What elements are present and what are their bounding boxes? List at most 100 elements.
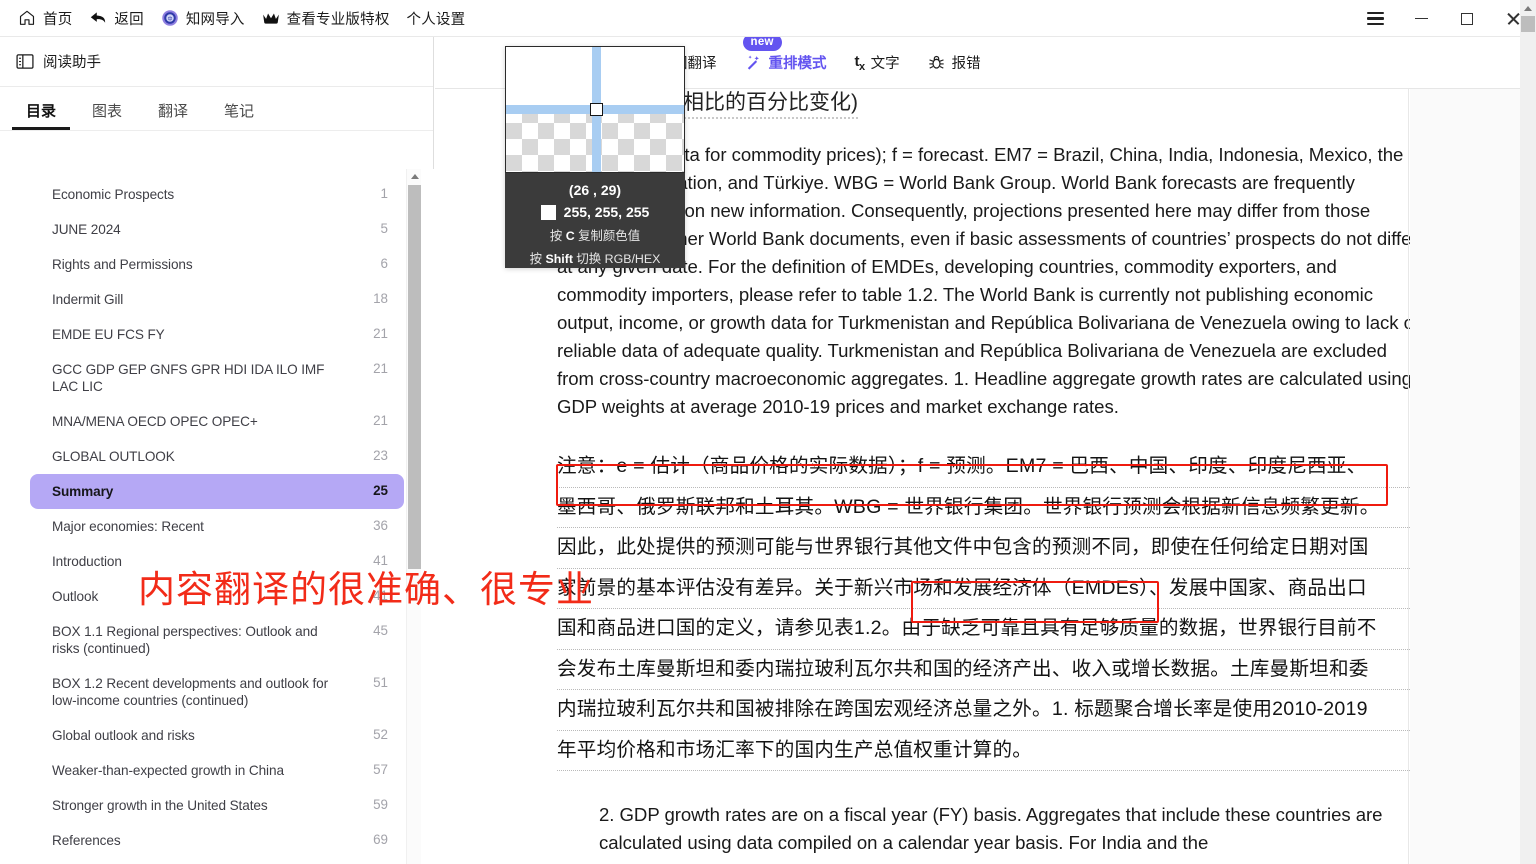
toc-item-title: Stronger growth in the United States [52, 798, 268, 813]
toc-item-page: 59 [373, 797, 388, 812]
toc-item-page: 51 [373, 675, 388, 690]
toc-item-title: MNA/MENA OECD OPEC OPEC+ [52, 414, 258, 429]
panel-layout-icon [16, 53, 34, 71]
nav-back-label: 返回 [114, 11, 144, 28]
toc-item-page: 52 [373, 727, 388, 742]
picker-toggle-tip-prefix: 按 [529, 252, 546, 266]
report-error-label: 报错 [951, 56, 981, 72]
text-mode-button[interactable]: tx 文字 [841, 47, 914, 78]
tab-translation[interactable]: 翻译 [140, 100, 206, 130]
window-scrollbar[interactable] [1520, 0, 1536, 864]
tab-figures[interactable]: 图表 [74, 100, 140, 130]
toc-item[interactable]: BOX 1.2 Recent developments and outlook … [30, 666, 404, 718]
translation-line: 内瑞拉玻利瓦尔共和国被排除在跨国宏观经济总量之外。1. 标题聚合增长率是使用20… [557, 690, 1420, 731]
toc-item-title: EMDE EU FCS FY [52, 327, 165, 342]
picker-copy-tip: 按 C 复制颜色值 [505, 227, 685, 246]
toc-item-page: 6 [380, 256, 388, 271]
nav-pro-privileges-button[interactable]: 查看专业版特权 [258, 4, 403, 33]
toc-item[interactable]: GLOBAL OUTLOOK 23 [30, 439, 404, 474]
menu-button[interactable] [1352, 0, 1398, 37]
close-icon [1506, 12, 1520, 26]
window-scroll-up-arrow-icon[interactable] [1520, 0, 1536, 16]
toc-item[interactable]: GCC GDP GEP GNFS GPR HDI IDA ILO IMF LAC… [30, 352, 404, 404]
nav-cnki-import-button[interactable]: 中 知网导入 [157, 4, 258, 33]
toc-item-page: 21 [373, 413, 388, 428]
color-picker-overlay[interactable]: (26 , 29) 255, 255, 255 按 C 复制颜色值 按 Shif… [505, 46, 685, 268]
toc-item-summary-selected[interactable]: Summary 25 [30, 474, 404, 509]
bug-icon [928, 54, 946, 72]
toc-item-title: JUNE 2024 [52, 222, 121, 237]
toc-item-title: Indermit Gill [52, 292, 124, 307]
toc-item[interactable]: REGIONAL OUTLOOKS73 [30, 858, 404, 864]
toc-item[interactable]: References 69 [30, 823, 404, 858]
title-bar-nav: 首页 返回 中 知网导入 查看专业版特权 个人设置 [0, 4, 478, 33]
minimize-icon [1414, 17, 1428, 20]
text-mode-label: 文字 [870, 56, 900, 72]
picker-toggle-tip: 按 Shift 切换 RGB/HEX [505, 250, 685, 269]
scroll-up-arrow-icon[interactable] [407, 169, 422, 184]
sidebar-tabs: 目录 图表 翻译 笔记 [0, 87, 433, 131]
tab-catalog[interactable]: 目录 [8, 100, 74, 130]
picker-color-swatch [540, 204, 556, 220]
nav-back-button[interactable]: 返回 [85, 4, 156, 33]
toc-item[interactable]: BOX 1.1 Regional perspectives: Outlook a… [30, 614, 404, 666]
toc-item-page: 25 [373, 483, 388, 498]
document-right-margin [1410, 89, 1520, 864]
sidebar-scrollbar[interactable] [406, 169, 421, 864]
window-controls [1352, 0, 1536, 37]
toc-item-page: 69 [373, 832, 388, 847]
window-title-bar: 首页 返回 中 知网导入 查看专业版特权 个人设置 [0, 0, 1536, 37]
toc-item-title: References [52, 833, 121, 848]
magnifier-pixel-box [590, 103, 603, 116]
toc-item-page: 45 [373, 623, 388, 638]
crown-icon [262, 9, 280, 27]
nav-home-button[interactable]: 首页 [14, 4, 85, 33]
toc-item-title: Weaker-than-expected growth in China [52, 763, 284, 778]
color-picker-info-panel: (26 , 29) 255, 255, 255 按 C 复制颜色值 按 Shif… [505, 173, 685, 268]
sidebar-header-label: 阅读助手 [43, 55, 101, 71]
minimize-button[interactable] [1398, 0, 1444, 37]
english-note-paragraph: mate (actual data for commodity prices);… [557, 141, 1420, 421]
toc-item-title: Global outlook and risks [52, 728, 195, 743]
report-error-button[interactable]: 报错 [914, 47, 995, 78]
toc-item[interactable]: EMDE EU FCS FY 21 [30, 317, 404, 352]
toc-item[interactable]: Global outlook and risks 52 [30, 718, 404, 753]
back-arrow-icon [89, 9, 107, 27]
toc-item[interactable]: Weaker-than-expected growth in China 57 [30, 753, 404, 788]
toc-item[interactable]: MNA/MENA OECD OPEC OPEC+ 21 [30, 404, 404, 439]
nav-personal-settings-button[interactable]: 个人设置 [403, 4, 479, 33]
toc-item-title: Economic Prospects [52, 187, 175, 202]
picker-toggle-tip-key: Shift [545, 252, 573, 266]
tab-notes[interactable]: 笔记 [206, 100, 272, 130]
sidebar-scrollbar-thumb[interactable] [408, 185, 421, 569]
toc-item[interactable]: Rights and Permissions 6 [30, 247, 404, 282]
toc-item-title: Outlook [52, 589, 99, 604]
nav-personal-settings-label: 个人设置 [406, 11, 466, 28]
picker-copy-tip-prefix: 按 [549, 229, 566, 243]
toc-item[interactable]: Economic Prospects 1 [30, 177, 404, 212]
home-icon [18, 9, 36, 27]
picker-copy-tip-suffix: 复制颜色值 [574, 229, 641, 243]
toc-item-title: Summary [52, 484, 114, 499]
translation-line: 国和商品进口国的定义，请参见表1.2。由于缺乏可靠且具有足够质量的数据，世界银行… [557, 609, 1420, 650]
toc-item-title: GCC GDP GEP GNFS GPR HDI IDA ILO IMF LAC… [52, 362, 325, 394]
sidebar: 阅读助手 目录 图表 翻译 笔记 Economic Prospects 1 JUN… [0, 37, 434, 864]
app-window: 首页 返回 中 知网导入 查看专业版特权 个人设置 阅读助手 目录 图表 翻译 … [0, 0, 1536, 864]
toc-item-title: GLOBAL OUTLOOK [52, 449, 175, 464]
toc-item-title: Rights and Permissions [52, 257, 193, 272]
toc-item[interactable]: Indermit Gill 18 [30, 282, 404, 317]
toc-item-page: 36 [373, 518, 388, 533]
sidebar-header[interactable]: 阅读助手 [0, 37, 433, 87]
toc-item-page: 5 [380, 221, 388, 236]
table-of-contents-list[interactable]: Economic Prospects 1 JUNE 2024 5 Rights an… [0, 169, 434, 864]
toc-item[interactable]: Stronger growth in the United States 59 [30, 788, 404, 823]
chinese-translation-block[interactable]: 注意：e = 估计（商品价格的实际数据）；f = 预测。EM7 = 巴西、中国、… [557, 447, 1420, 771]
color-picker-magnifier [505, 46, 685, 173]
maximize-button[interactable] [1444, 0, 1490, 37]
window-scrollbar-thumb[interactable] [1521, 16, 1535, 32]
translation-line: 会发布土库曼斯坦和委内瑞拉玻利瓦尔共和国的经济产出、收入或增长数据。土库曼斯坦和… [557, 650, 1420, 690]
toc-item[interactable]: JUNE 2024 5 [30, 212, 404, 247]
reflow-mode-button[interactable]: new 重排模式 [731, 34, 841, 78]
picker-copy-tip-key: C [565, 229, 575, 243]
toc-item[interactable]: Major economies: Recent 36 [30, 509, 404, 544]
